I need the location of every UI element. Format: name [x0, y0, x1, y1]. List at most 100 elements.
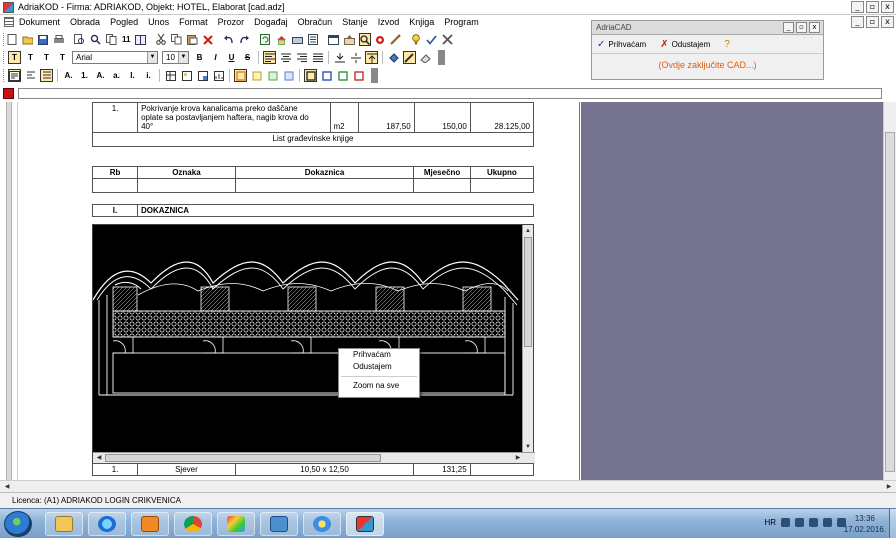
valign-bottom-icon[interactable] [333, 51, 346, 64]
align-center-icon[interactable] [279, 51, 292, 64]
cancel-button[interactable]: ✗ Odustajem [660, 39, 710, 50]
new-document-icon[interactable] [6, 33, 18, 46]
pen-icon[interactable] [389, 33, 402, 46]
table-row[interactable]: 1. Pokrivanje krova kanalicama preko daš… [91, 102, 535, 133]
zoom-icon[interactable] [359, 33, 372, 46]
scroll-down-icon[interactable]: ▼ [523, 442, 533, 452]
undo-icon[interactable] [222, 33, 235, 46]
page-layout-icon[interactable] [134, 33, 147, 46]
doc-restore-button[interactable]: ▫ [866, 16, 879, 28]
menu-prozor[interactable]: Prozor [218, 17, 245, 27]
border-black-icon[interactable] [304, 69, 317, 82]
underline-button[interactable]: U [225, 51, 238, 64]
cad-scroll-thumb[interactable] [524, 237, 532, 347]
print-preview-icon[interactable] [73, 33, 86, 46]
text-style-2-button[interactable]: T [24, 51, 37, 64]
toolbar-grip[interactable] [3, 51, 6, 64]
doc-close-button[interactable]: x [881, 16, 894, 28]
record-icon[interactable] [374, 33, 386, 46]
list-style-a-button[interactable]: A. [62, 69, 75, 82]
adriacad-maximize-button[interactable]: ▫ [796, 22, 807, 33]
insert-chart-icon[interactable] [212, 69, 225, 82]
list-style-1-button[interactable]: 1. [78, 69, 91, 82]
toolbar-overflow[interactable] [371, 68, 378, 83]
cad-vertical-scrollbar[interactable]: ▲ ▼ [522, 225, 533, 453]
refresh-icon[interactable] [259, 33, 272, 46]
menu-obracun[interactable]: Obračun [298, 17, 333, 27]
menu-obrada[interactable]: Obrada [70, 17, 100, 27]
menu-pogled[interactable]: Pogled [110, 17, 138, 27]
fill-color-icon[interactable] [387, 51, 400, 64]
menu-stanje[interactable]: Stanje [342, 17, 368, 27]
module-icon[interactable] [291, 33, 304, 46]
context-cancel-item[interactable]: Odustajem [339, 361, 419, 373]
list-style-lower-a-button[interactable]: a. [110, 69, 123, 82]
help-icon[interactable] [410, 33, 422, 46]
copy-pages-icon[interactable] [105, 33, 118, 46]
menu-dokument[interactable]: Dokument [19, 17, 60, 27]
menu-knjiga[interactable]: Knjiga [409, 17, 434, 27]
border-green-icon[interactable] [336, 69, 349, 82]
bold-button[interactable]: B [193, 51, 206, 64]
scroll-left-icon[interactable]: ◀ [2, 482, 12, 492]
insert-table-icon[interactable] [164, 69, 177, 82]
valign-center-icon[interactable] [349, 51, 362, 64]
paragraph-icon[interactable] [40, 69, 53, 82]
text-style-3-button[interactable]: T [40, 51, 53, 64]
show-desktop-button[interactable] [889, 509, 896, 538]
taskbar-app-7[interactable] [303, 512, 341, 536]
toolbar-grip[interactable] [3, 69, 6, 82]
redo-icon[interactable] [238, 33, 251, 46]
minimize-button[interactable]: _ [851, 1, 864, 13]
scroll-left-icon[interactable]: ◀ [94, 453, 104, 463]
list-style-lower-roman-button[interactable]: i. [142, 69, 155, 82]
record-indicator[interactable] [3, 88, 14, 99]
scroll-up-icon[interactable]: ▲ [523, 226, 533, 236]
command-input[interactable] [18, 88, 882, 99]
taskbar-ie[interactable] [88, 512, 126, 536]
frame-blue-icon[interactable] [282, 69, 295, 82]
adriacad-header[interactable]: AdriaCAD _ ▫ x [592, 21, 823, 35]
network-icon[interactable] [823, 518, 832, 527]
scroll-thumb[interactable] [885, 132, 895, 472]
adriacad-minimize-button[interactable]: _ [783, 22, 794, 33]
menu-format[interactable]: Format [179, 17, 208, 27]
text-style-4-button[interactable]: T [56, 51, 69, 64]
taskbar-adriakod[interactable] [346, 512, 384, 536]
chevron-down-icon[interactable]: ▼ [178, 52, 188, 63]
page-number-icon[interactable]: 11 [121, 33, 131, 46]
context-accept-item[interactable]: Prihvaćam [339, 349, 419, 361]
align-left-icon[interactable] [263, 51, 276, 64]
check-icon[interactable] [425, 33, 438, 46]
text-style-1-button[interactable]: T [8, 51, 21, 64]
accept-button[interactable]: ✓ Prihvaćam [597, 39, 646, 50]
delete-icon[interactable] [202, 33, 214, 46]
taskbar-paint[interactable] [217, 512, 255, 536]
scroll-right-icon[interactable]: ▶ [884, 482, 894, 492]
print-icon[interactable] [52, 33, 65, 46]
tray-icon[interactable] [809, 518, 818, 527]
find-icon[interactable] [89, 33, 102, 46]
insert-object-icon[interactable] [196, 69, 209, 82]
menu-dogadaj[interactable]: Događaj [254, 17, 288, 27]
valign-top-icon[interactable] [365, 51, 378, 64]
insert-image-icon[interactable] [180, 69, 193, 82]
list-style-roman-button[interactable]: I. [126, 69, 139, 82]
copy-icon[interactable] [170, 33, 183, 46]
toolbar-overflow[interactable] [438, 50, 445, 65]
scroll-right-icon[interactable]: ▶ [513, 453, 523, 463]
frame-green-icon[interactable] [266, 69, 279, 82]
doc-minimize-button[interactable]: _ [851, 16, 864, 28]
paste-icon[interactable] [186, 33, 199, 46]
taskbar-chrome[interactable] [174, 512, 212, 536]
maximize-button[interactable]: ▫ [866, 1, 879, 13]
border-blue-icon[interactable] [320, 69, 333, 82]
taskbar-explorer[interactable] [45, 512, 83, 536]
horizontal-scrollbar[interactable]: ◀ ▶ [0, 480, 896, 492]
align-justify-icon[interactable] [311, 51, 324, 64]
frame-yellow-icon[interactable] [250, 69, 263, 82]
frame-orange-icon[interactable] [234, 69, 247, 82]
menu-program[interactable]: Program [444, 17, 479, 27]
print-setup-icon[interactable] [8, 69, 21, 82]
vertical-scrollbar[interactable] [883, 102, 896, 480]
